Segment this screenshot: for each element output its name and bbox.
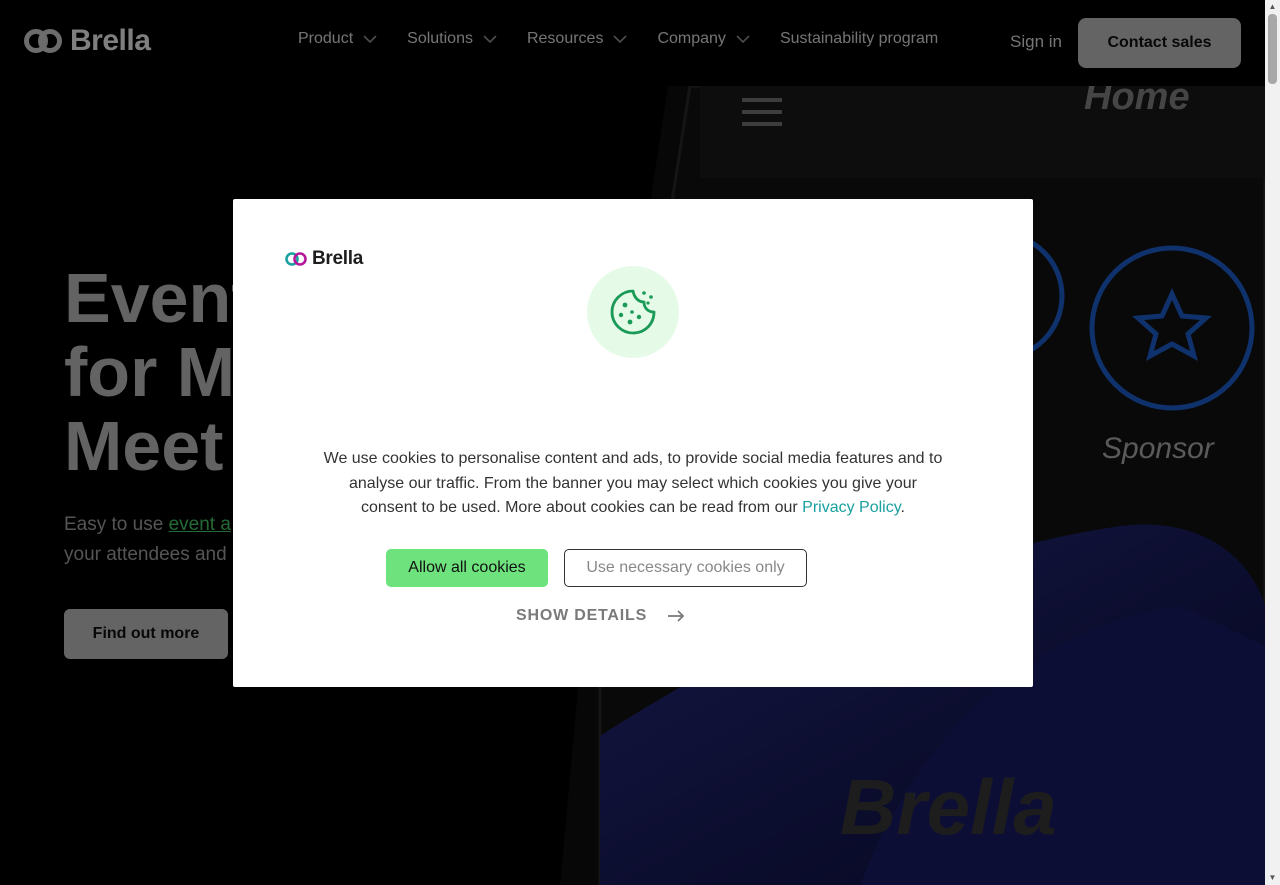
cookie-consent-end: . xyxy=(900,499,905,516)
scrollbar-thumb[interactable] xyxy=(1268,14,1277,84)
privacy-policy-link[interactable]: Privacy Policy xyxy=(802,499,900,516)
cookie-icon xyxy=(610,289,656,335)
show-details-label: SHOW DETAILS xyxy=(516,607,648,624)
arrow-right-icon xyxy=(668,610,685,622)
cookie-badge xyxy=(587,266,679,358)
cookie-consent-text: We use cookies to personalise content an… xyxy=(319,447,947,521)
modal-brand-name: Brella xyxy=(312,248,364,269)
necessary-cookies-only-button[interactable]: Use necessary cookies only xyxy=(564,549,807,587)
allow-all-cookies-button[interactable]: Allow all cookies xyxy=(386,549,548,587)
cookie-consent-modal: Brella We use cookies to personalise con… xyxy=(233,199,1033,687)
show-details-button[interactable]: SHOW DETAILS xyxy=(516,607,685,625)
brella-logo-icon xyxy=(285,252,307,266)
scroll-down-arrow-icon[interactable]: ▼ xyxy=(1265,871,1280,885)
scroll-up-arrow-icon[interactable]: ▲ xyxy=(1265,0,1280,14)
page-scrollbar[interactable]: ▲ ▼ xyxy=(1265,0,1280,885)
modal-brand-logo: Brella xyxy=(285,248,363,270)
